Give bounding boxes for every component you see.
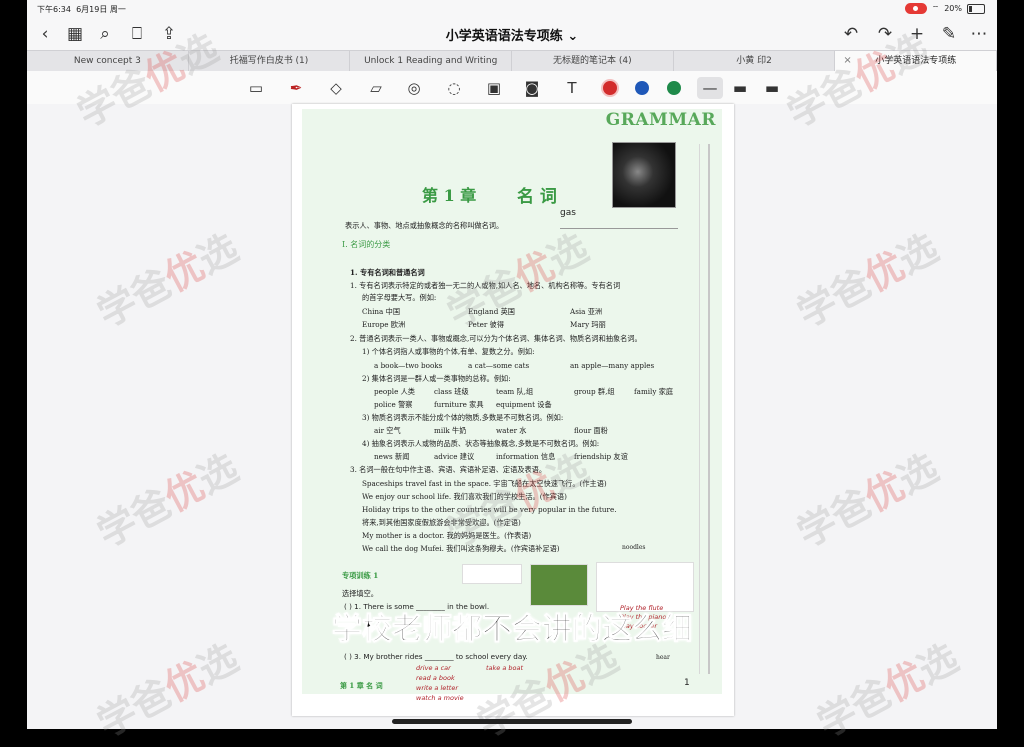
eraser-icon[interactable]: ◇ xyxy=(325,77,347,99)
tab-untitled-notebook[interactable]: 无标题的笔记本 (4) xyxy=(512,51,674,71)
example: a cat—some cats xyxy=(468,361,530,370)
pen-icon[interactable]: ✒ xyxy=(285,77,307,99)
video-subtitle: 学校老师都不会讲的这么细 xyxy=(332,612,693,648)
example: team 队,组 xyxy=(496,387,534,396)
battery-percent: 20% xyxy=(944,4,962,13)
example: China 中国 xyxy=(362,307,401,316)
example: advice 建议 xyxy=(434,452,475,461)
edit-off-icon[interactable]: ✎ xyxy=(939,24,959,44)
example: furniture 家具 xyxy=(434,400,484,409)
subsection-heading: 1. 专有名词和普通名词 xyxy=(350,268,425,277)
dictionary-cover-image xyxy=(612,142,676,208)
page-border-outer xyxy=(708,144,710,674)
question-3: ( ) 3. My brother rides ________ to scho… xyxy=(344,652,528,661)
tab-xiaohuang[interactable]: 小黄 印2 xyxy=(674,51,836,71)
grammar-heading: GRAMMAR xyxy=(605,110,716,130)
handwriting: drive a car xyxy=(416,664,451,672)
example: flour 面粉 xyxy=(574,426,608,435)
camera-icon[interactable]: ◙ xyxy=(521,77,543,99)
shapes-icon[interactable]: ◎ xyxy=(403,77,425,99)
section-heading: Ⅰ. 名词的分类 xyxy=(342,240,391,249)
status-time: 下午6:34 xyxy=(37,5,71,14)
status-date: 6月19日 周一 xyxy=(76,5,126,14)
example: Europe 欧洲 xyxy=(362,320,406,329)
text-line: 3) 物质名词表示不能分成个体的物质,多数是不可数名词。例如: xyxy=(362,413,564,422)
example: Asia 亚洲 xyxy=(570,307,603,316)
read-mode-icon[interactable]: ▭ xyxy=(245,77,267,99)
example: news 新闻 xyxy=(374,452,410,461)
stroke-thin[interactable]: — xyxy=(697,77,723,99)
practice-heading: 专项训练 1 xyxy=(342,571,379,580)
example: air 空气 xyxy=(374,426,401,435)
home-indicator[interactable] xyxy=(392,719,632,724)
screen-recording-icon[interactable] xyxy=(904,3,927,14)
handwriting: read a book xyxy=(416,674,455,682)
example: class 班级 xyxy=(434,387,469,396)
text-line: 1) 个体名词指人或事物的个体,有单、复数之分。例如: xyxy=(362,347,535,356)
note-label: hear xyxy=(656,654,670,661)
example: group 群,组 xyxy=(574,387,615,396)
page-border xyxy=(699,144,700,674)
page-number: 1 xyxy=(684,678,690,688)
example: an apple—many apples xyxy=(570,361,655,370)
handwriting: watch a movie xyxy=(416,694,464,702)
handwritten-note: noodles xyxy=(622,544,646,551)
more-icon[interactable]: ⋯ xyxy=(969,24,989,44)
lasso-icon[interactable]: ◌ xyxy=(443,77,465,99)
example: water 水 xyxy=(496,426,527,435)
example: a book—two books xyxy=(374,361,443,370)
page-footer: 第 1 章 名 词 xyxy=(340,681,383,690)
gas-word: gas xyxy=(560,208,576,218)
example: people 人类 xyxy=(374,387,415,396)
example: family 家庭 xyxy=(634,387,674,396)
stroke-medium[interactable]: ▬ xyxy=(729,77,751,99)
chapter-number: 第 1 章 xyxy=(422,186,477,205)
chapter-title: 名 词 xyxy=(517,187,557,207)
highlighter-icon[interactable]: ▱ xyxy=(365,77,387,99)
example: equipment 设备 xyxy=(496,400,552,409)
example: milk 牛奶 xyxy=(434,426,467,435)
text-line: 的首字母要大写。例如: xyxy=(362,293,437,302)
intro-text: 表示人、事物、地点或抽象概念的名称叫做名词。 xyxy=(345,221,504,230)
example: Mary 玛丽 xyxy=(570,320,606,329)
text-line: 2) 集体名词是一群人或一类事物的总称。例如: xyxy=(362,374,511,383)
note-thumbnail xyxy=(462,564,522,584)
example: police 警察 xyxy=(374,400,413,409)
undo-icon[interactable]: ↶ xyxy=(841,24,861,44)
handwriting: write a letter xyxy=(416,684,459,692)
wifi-icon: ⌔ xyxy=(931,3,940,13)
practice-instruction: 选择填空。 xyxy=(342,589,378,598)
tab-unlock[interactable]: Unlock 1 Reading and Writing xyxy=(350,51,513,71)
text-line: 2. 普通名词表示一类人、事物或概念,可以分为个体名词、集体名词、物质名词和抽象… xyxy=(350,334,642,343)
vegetable-thumbnail xyxy=(530,564,588,606)
battery-icon xyxy=(967,3,985,14)
image-icon[interactable]: ▣ xyxy=(483,77,505,99)
text-tool-icon[interactable]: T xyxy=(561,77,583,99)
color-green[interactable] xyxy=(663,77,685,99)
color-blue[interactable] xyxy=(631,77,653,99)
color-red[interactable] xyxy=(599,77,621,99)
status-bar: 下午6:34 6月19日 周一 ⌔ 20% xyxy=(27,0,997,18)
